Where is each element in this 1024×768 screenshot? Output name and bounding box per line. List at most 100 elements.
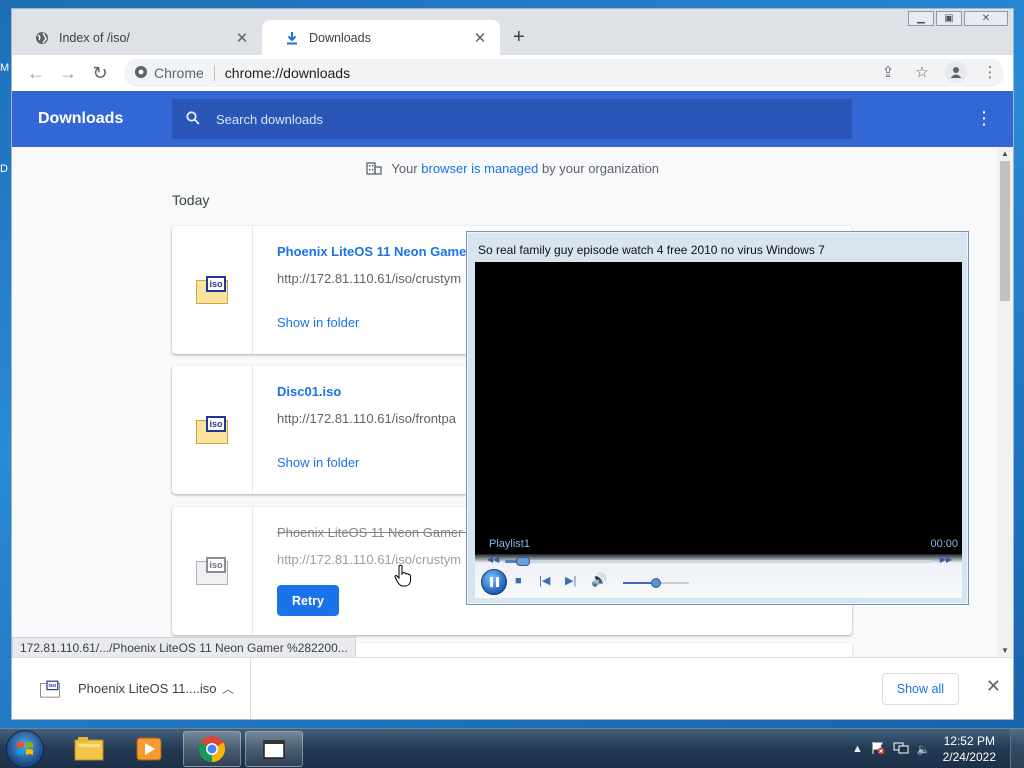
close-window-button[interactable]: ✕ bbox=[964, 11, 1008, 26]
rewind-icon[interactable]: ◀◀ bbox=[487, 555, 499, 564]
forward-button[interactable]: → bbox=[52, 63, 84, 84]
page-scrollbar[interactable]: ▲ ▼ bbox=[997, 147, 1013, 657]
pause-button[interactable] bbox=[481, 569, 507, 595]
close-tab-icon[interactable]: ✕ bbox=[234, 29, 250, 47]
shelf-download-item[interactable]: iso Phoenix LiteOS 11....iso ︿ bbox=[12, 658, 251, 719]
tab-label: Index of /iso/ bbox=[59, 30, 130, 45]
building-icon bbox=[366, 161, 382, 178]
stop-icon[interactable]: ■ bbox=[515, 576, 522, 587]
playlist-label[interactable]: Playlist1 bbox=[489, 538, 530, 550]
taskbar-explorer[interactable] bbox=[60, 731, 118, 767]
player-controls: ◀◀ ▶▶ ■ |◀ ▶| 🔊 bbox=[475, 554, 962, 598]
address-bar[interactable]: Chrome chrome://downloads bbox=[124, 59, 1004, 87]
downloads-header: Downloads Search downloads ⋮ bbox=[12, 91, 1013, 147]
scroll-up-arrow-icon[interactable]: ▲ bbox=[997, 149, 1013, 158]
managed-prefix: Your bbox=[391, 161, 418, 176]
folder-icon bbox=[74, 737, 104, 761]
previous-track-icon[interactable]: |◀ bbox=[539, 576, 550, 587]
file-icon-column: iso bbox=[172, 507, 253, 635]
iso-file-icon: iso bbox=[196, 276, 228, 304]
search-placeholder: Search downloads bbox=[216, 111, 323, 127]
toolbar-actions: ⇪ ☆ ⋮ bbox=[877, 61, 1001, 83]
player-title: So real family guy episode watch 4 free … bbox=[478, 243, 825, 257]
video-area[interactable]: Playlist1 00:00 bbox=[475, 262, 962, 554]
back-button[interactable]: ← bbox=[20, 63, 52, 84]
close-tab-icon[interactable]: ✕ bbox=[472, 29, 488, 47]
volume-slider[interactable] bbox=[623, 578, 689, 588]
scroll-down-arrow-icon[interactable]: ▼ bbox=[997, 646, 1013, 655]
browser-toolbar: ← → ↻ Chrome chrome://downloads ⇪ ☆ ⋮ bbox=[12, 55, 1013, 91]
file-icon-column: iso bbox=[172, 366, 253, 494]
site-name: Chrome bbox=[154, 65, 204, 81]
tab-index-iso[interactable]: Index of /iso/ ✕ bbox=[12, 20, 262, 55]
taskbar-clock[interactable]: 12:52 PM 2/24/2022 bbox=[943, 733, 996, 765]
taskbar-file-window[interactable] bbox=[245, 731, 303, 767]
close-shelf-icon[interactable]: ✕ bbox=[986, 677, 1001, 695]
download-shelf: iso Phoenix LiteOS 11....iso ︿ Show all … bbox=[12, 657, 1013, 719]
show-in-folder-link[interactable]: Show in folder bbox=[277, 455, 359, 470]
chrome-logo-icon bbox=[134, 65, 148, 82]
chrome-menu-icon[interactable]: ⋮ bbox=[979, 61, 1001, 83]
tab-label: Downloads bbox=[309, 30, 371, 45]
time-display: 00:00 bbox=[930, 538, 958, 550]
desktop-icon-label: D bbox=[0, 163, 8, 175]
media-player-icon bbox=[136, 737, 162, 761]
retry-button[interactable]: Retry bbox=[277, 585, 339, 616]
globe-icon bbox=[34, 30, 50, 46]
chrome-icon bbox=[198, 736, 226, 763]
profile-avatar-icon[interactable] bbox=[945, 61, 967, 83]
url-scheme: chrome:// bbox=[224, 65, 284, 81]
next-track-icon[interactable]: ▶| bbox=[565, 576, 576, 587]
managed-suffix: by your organization bbox=[541, 161, 660, 176]
window-icon bbox=[263, 740, 285, 759]
seek-knob[interactable] bbox=[515, 557, 530, 566]
reload-button[interactable]: ↻ bbox=[84, 63, 116, 84]
taskbar-chrome[interactable] bbox=[183, 731, 241, 767]
media-player-window[interactable]: So real family guy episode watch 4 free … bbox=[466, 231, 969, 605]
omnibox-divider bbox=[213, 65, 215, 81]
file-icon-column: iso bbox=[172, 226, 253, 354]
start-button[interactable] bbox=[6, 730, 44, 768]
network-icon[interactable] bbox=[893, 741, 909, 758]
fast-forward-icon[interactable]: ▶▶ bbox=[940, 555, 952, 564]
seek-bar[interactable] bbox=[505, 557, 933, 566]
show-in-folder-link[interactable]: Show in folder bbox=[277, 315, 359, 330]
maximize-button[interactable]: ▣ bbox=[936, 11, 962, 26]
hand-cursor-icon bbox=[394, 564, 412, 591]
share-icon[interactable]: ⇪ bbox=[877, 61, 899, 83]
file-url[interactable]: http://172.81.110.61/iso/crustym bbox=[277, 271, 461, 286]
file-url[interactable]: http://172.81.110.61/iso/crustym bbox=[277, 552, 461, 567]
section-heading: Today bbox=[172, 192, 210, 208]
file-name-link[interactable]: Disc01.iso bbox=[277, 384, 341, 399]
search-input[interactable]: Search downloads bbox=[172, 99, 852, 139]
minimize-button[interactable]: ▁ bbox=[908, 11, 934, 26]
scrollbar-thumb[interactable] bbox=[1000, 161, 1010, 301]
show-desktop-button[interactable] bbox=[1010, 729, 1024, 768]
windows-taskbar: ▲ 🔈 12:52 PM 2/24/2022 bbox=[0, 728, 1024, 768]
bookmark-star-icon[interactable]: ☆ bbox=[911, 61, 933, 83]
link-status-bubble: 172.81.110.61/.../Phoenix LiteOS 11 Neon… bbox=[12, 637, 356, 659]
system-tray: ▲ 🔈 12:52 PM 2/24/2022 bbox=[848, 729, 1024, 768]
file-url[interactable]: http://172.81.110.61/iso/frontpa bbox=[277, 411, 456, 426]
action-center-flag-icon[interactable] bbox=[871, 741, 885, 758]
chevron-up-icon[interactable]: ︿ bbox=[222, 680, 234, 697]
window-controls: ▁ ▣ ✕ bbox=[906, 11, 1008, 26]
downloads-menu-icon[interactable]: ⋮ bbox=[975, 109, 993, 127]
url-path: downloads bbox=[283, 65, 351, 81]
shelf-item-name: Phoenix LiteOS 11....iso bbox=[78, 681, 217, 696]
file-name: Phoenix LiteOS 11 Neon Gamer ( bbox=[277, 525, 471, 540]
windows-logo-icon bbox=[17, 742, 33, 755]
iso-file-icon: iso bbox=[196, 557, 228, 585]
search-icon bbox=[186, 110, 200, 128]
tab-strip: Index of /iso/ ✕ Downloads ✕ + ▁ ▣ ✕ bbox=[12, 9, 1013, 55]
volume-icon[interactable]: 🔊 bbox=[591, 573, 607, 586]
taskbar-media-player[interactable] bbox=[120, 731, 178, 767]
new-tab-button[interactable]: + bbox=[513, 27, 525, 47]
show-hidden-icons-icon[interactable]: ▲ bbox=[852, 743, 863, 755]
volume-knob[interactable] bbox=[651, 578, 661, 588]
show-all-button[interactable]: Show all bbox=[881, 673, 959, 705]
managed-link[interactable]: browser is managed bbox=[421, 161, 538, 176]
tab-downloads[interactable]: Downloads ✕ bbox=[262, 20, 500, 55]
file-name-link[interactable]: Phoenix LiteOS 11 Neon Gamer ( bbox=[277, 244, 479, 259]
speaker-icon[interactable]: 🔈 bbox=[917, 743, 931, 756]
